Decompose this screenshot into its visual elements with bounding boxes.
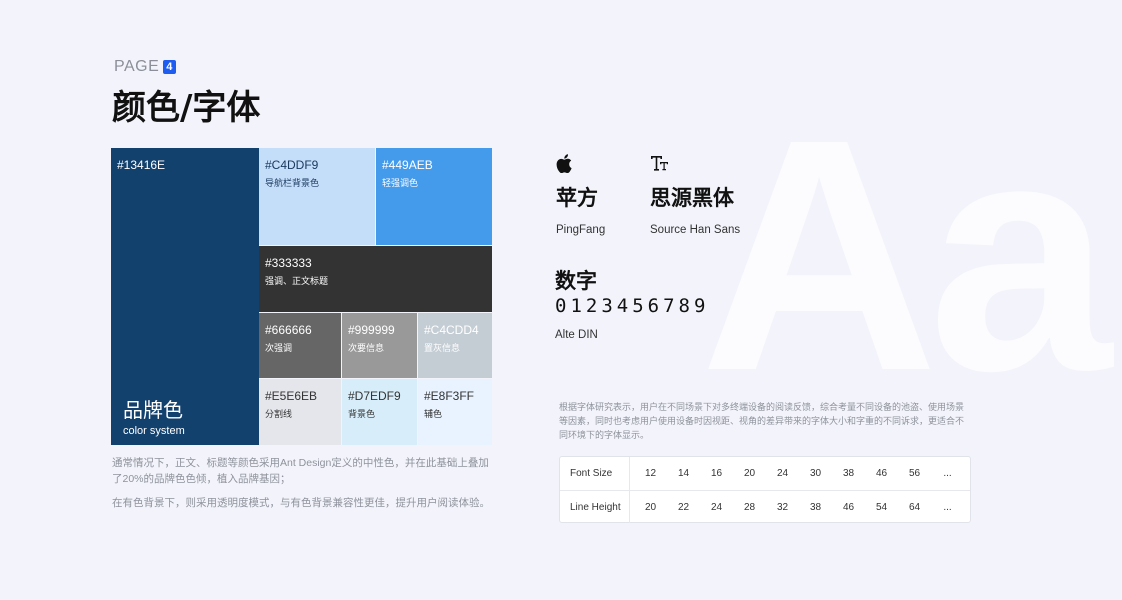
table-cell: 64 [908, 501, 921, 513]
swatch-333333: #333333 强调、正文标题 [259, 246, 492, 312]
table-cell: 46 [875, 468, 888, 479]
color-note-1: 通常情况下，正文、标题等颜色采用Ant Design定义的中性色，并在此基础上叠… [112, 457, 489, 485]
swatch-hex: #C4CDD4 [424, 323, 479, 337]
swatch-desc: 次强调 [265, 343, 293, 353]
swatch-d7edf9: #D7EDF9 背景色 [342, 379, 417, 445]
swatch-hex: #E8F3FF [424, 389, 475, 403]
swatch-e5e6eb: #E5E6EB 分割线 [259, 379, 341, 445]
swatch-hex: #C4DDF9 [265, 158, 319, 172]
table-cell: 38 [842, 468, 855, 479]
row-cells: 20 22 24 28 32 38 46 54 64... [630, 502, 964, 513]
page-number-badge: 4 [163, 60, 176, 74]
brand-color-subtitle: color system [123, 425, 185, 437]
table-cell: 54 [875, 501, 888, 513]
table-cell: 46 [842, 501, 855, 513]
table-cell: ... [943, 468, 952, 479]
swatch-hex: #666666 [265, 323, 312, 337]
page-label: PAGE 4 [114, 58, 176, 76]
row-label: Line Height [560, 491, 630, 523]
color-note-2: 在有色背景下，则采用透明度模式，与有色背景兼容性更佳，提升用户阅读体验。 [112, 497, 490, 509]
numbers-sample: 0123456789 [555, 295, 710, 317]
swatch-desc: 导航栏背景色 [265, 178, 320, 188]
swatch-desc: 轻强调色 [382, 178, 419, 188]
swatch-c4ddf9: #C4DDF9 导航栏背景色 [259, 148, 375, 245]
table-cell: 38 [809, 501, 822, 513]
swatch-hex: #449AEB [382, 158, 433, 172]
swatch-hex: #333333 [265, 256, 312, 270]
swatch-666666: #666666 次强调 [259, 313, 341, 378]
font-name-cn: 思源黑体 [650, 186, 734, 210]
table-cell: 16 [710, 468, 723, 479]
swatch-e8f3ff: #E8F3FF 辅色 [418, 379, 492, 445]
swatch-desc: 次要信息 [348, 343, 385, 353]
font-name-en: Source Han Sans [650, 224, 741, 236]
swatch-c4cdd4: #C4CDD4 置灰信息 [418, 313, 492, 378]
numbers-title: 数字 [555, 269, 597, 293]
swatch-desc: 背景色 [348, 409, 376, 419]
research-note: 根据字体研究表示，用户在不同场景下对多终端设备的阅读反馈，综合考量不同设备的池盗… [559, 402, 965, 440]
swatch-hex: #13416E [117, 158, 166, 172]
table-cell: ... [943, 501, 952, 513]
table-cell: 28 [743, 501, 756, 513]
swatch-desc: 强调、正文标题 [265, 276, 329, 286]
apple-icon [556, 154, 605, 176]
table-cell: 32 [776, 501, 789, 513]
swatch-449aeb: #449AEB 轻强调色 [376, 148, 492, 245]
table-cell: 14 [677, 468, 690, 479]
swatch-hex: #E5E6EB [265, 389, 318, 403]
font-name-cn: 苹方 [556, 186, 598, 210]
swatch-brand: #13416E 品牌色 color system [111, 148, 259, 445]
row-cells: 12 14 16 20 24 30 38 46 56... [630, 468, 964, 479]
table-cell: 24 [710, 501, 723, 513]
table-cell: 20 [644, 501, 657, 513]
swatch-desc: 辅色 [424, 409, 443, 419]
table-cell: 22 [677, 501, 690, 513]
table-row-line-height: Line Height 20 22 24 28 32 38 46 54 64... [560, 490, 970, 523]
color-palette: #13416E 品牌色 color system #C4DDF9 导航栏背景色 … [111, 148, 492, 445]
font-sourcehan: 思源黑体 Source Han Sans [650, 154, 740, 236]
swatch-desc: 分割线 [265, 409, 293, 419]
table-cell: 24 [776, 468, 789, 479]
table-cell: 12 [644, 468, 657, 479]
page-label-text: PAGE [114, 58, 160, 75]
swatch-hex: #D7EDF9 [348, 389, 401, 403]
swatch-hex: #999999 [348, 323, 395, 337]
table-cell: 30 [809, 468, 822, 479]
numbers-font-name: Alte DIN [555, 329, 598, 341]
text-size-icon [650, 154, 740, 176]
page-title: 颜色/字体 [112, 88, 261, 128]
table-cell: 56 [908, 468, 921, 479]
swatch-desc: 置灰信息 [424, 343, 461, 353]
background-letters: Aa [700, 70, 1112, 439]
row-label: Font Size [560, 457, 630, 490]
font-size-table: Font Size 12 14 16 20 24 30 38 46 56... Line Hei… [559, 456, 971, 523]
table-cell: 20 [743, 468, 756, 479]
table-row-font-size: Font Size 12 14 16 20 24 30 38 46 56... [560, 457, 970, 490]
brand-color-name: 品牌色 [123, 400, 183, 422]
font-name-en: PingFang [556, 224, 606, 236]
swatch-999999: #999999 次要信息 [342, 313, 417, 378]
font-pingfang: 苹方 PingFang [556, 154, 605, 236]
